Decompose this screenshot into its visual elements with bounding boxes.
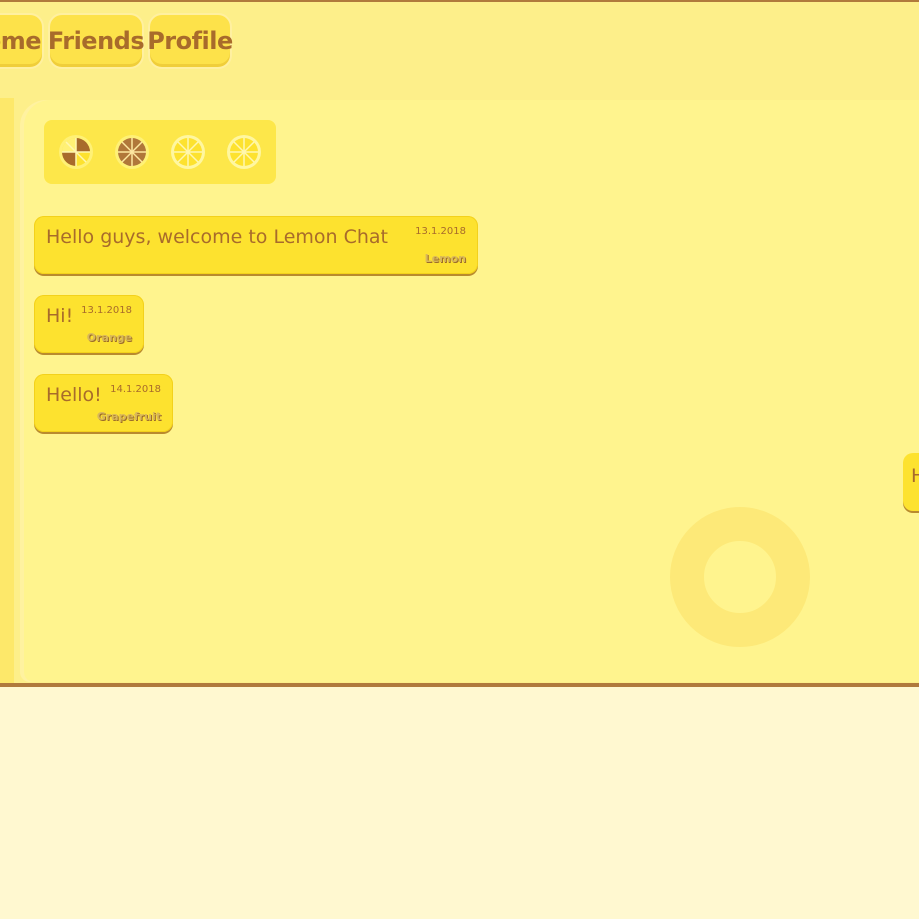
message-author: Grapefruit bbox=[96, 410, 161, 423]
app: Home Friends Profile bbox=[0, 0, 919, 919]
lemon-slice-icon[interactable] bbox=[170, 134, 206, 170]
main-area: Home Friends Profile bbox=[0, 2, 919, 685]
top-nav: Home Friends Profile bbox=[0, 13, 233, 69]
nav-profile-label: Profile bbox=[147, 27, 233, 55]
chat-message[interactable]: Hi! 13.1.2018 Orange bbox=[34, 295, 144, 353]
nav-friends-button[interactable]: Friends bbox=[47, 13, 145, 69]
message-author: Lemon bbox=[424, 252, 466, 265]
lemon-partial-icon[interactable] bbox=[58, 134, 94, 170]
chat-message-own[interactable]: H bbox=[903, 453, 919, 511]
message-text: H bbox=[911, 465, 919, 487]
message-date: 14.1.2018 bbox=[110, 384, 161, 395]
chat-message[interactable]: Hello! 14.1.2018 Grapefruit bbox=[34, 374, 173, 432]
footer-area bbox=[0, 687, 919, 919]
chat-panel: Hello guys, welcome to Lemon Chat 13.1.2… bbox=[24, 100, 919, 682]
message-date: 13.1.2018 bbox=[81, 305, 132, 316]
fruit-status-bar bbox=[44, 120, 276, 184]
message-text: Hello! bbox=[46, 384, 102, 406]
chat-message[interactable]: Hello guys, welcome to Lemon Chat 13.1.2… bbox=[34, 216, 478, 274]
lemon-ring-decoration bbox=[670, 507, 810, 647]
orange-slice-icon[interactable] bbox=[114, 134, 150, 170]
message-date: 13.1.2018 bbox=[415, 226, 466, 237]
left-rail bbox=[0, 98, 14, 683]
lemon-slice-icon[interactable] bbox=[226, 134, 262, 170]
nav-profile-button[interactable]: Profile bbox=[147, 13, 233, 69]
message-text: Hello guys, welcome to Lemon Chat bbox=[46, 226, 389, 248]
nav-home-label: Home bbox=[0, 27, 41, 55]
message-author: Orange bbox=[86, 331, 132, 344]
message-text: Hi! bbox=[46, 305, 74, 327]
nav-friends-label: Friends bbox=[47, 27, 145, 55]
nav-home-button[interactable]: Home bbox=[0, 13, 44, 69]
